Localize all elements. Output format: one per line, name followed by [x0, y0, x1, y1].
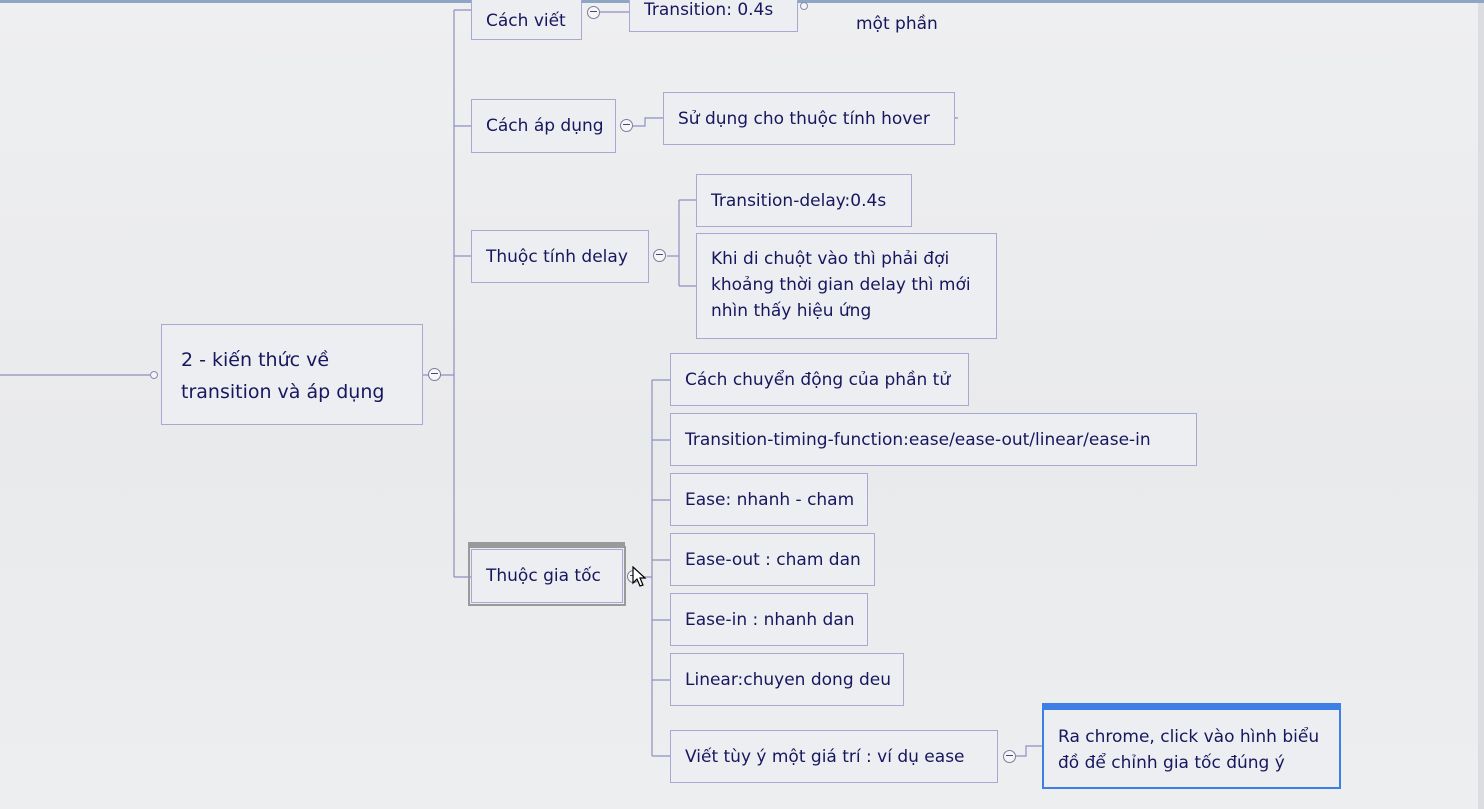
node-viet-tuy-y-label: Viết tùy ý một giá trí : ví dụ ease: [685, 746, 965, 767]
node-ease[interactable]: Ease: nhanh - cham: [670, 473, 868, 526]
node-linear-label: Linear:chuyen dong deu: [685, 669, 892, 690]
node-ease-label: Ease: nhanh - cham: [685, 489, 855, 510]
node-timing-function-label: Transition-timing-function:ease/ease-out…: [685, 429, 1151, 450]
branch-thuoc-gia-toc-label: Thuộc gia tốc: [486, 566, 601, 586]
node-transition-delay-label: Transition-delay:0.4s: [711, 190, 887, 211]
mouse-cursor-icon: [632, 566, 647, 587]
branch-cach-viet-label: Cách viết: [486, 11, 566, 31]
node-ease-in-label: Ease-in : nhanh dan: [685, 609, 855, 630]
branch-thuoc-tinh-delay-label: Thuộc tính delay: [486, 246, 628, 267]
node-mot-phan-fragment: một phần: [842, 10, 952, 38]
node-su-dung-hover-label: Sử dụng cho thuộc tính hover: [678, 108, 930, 129]
node-cach-chuyen-dong-label: Cách chuyển động của phần tử: [685, 369, 951, 390]
node-su-dung-hover[interactable]: Sử dụng cho thuộc tính hover: [663, 92, 955, 145]
node-delay-explanation[interactable]: Khi di chuột vào thì phải đợi khoảng thờ…: [696, 233, 997, 339]
node-ease-out-label: Ease-out : cham dan: [685, 549, 861, 570]
node-ra-chrome[interactable]: Ra chrome, click vào hình biểu đồ để chỉ…: [1042, 708, 1341, 789]
node-viet-tuy-y[interactable]: Viết tùy ý một giá trí : ví dụ ease: [670, 730, 998, 783]
node-delay-explanation-label: Khi di chuột vào thì phải đợi khoảng thờ…: [711, 249, 971, 321]
branch-cach-ap-dung[interactable]: Cách áp dụng: [471, 99, 616, 153]
mot-phan-text: một phần: [856, 14, 938, 34]
branch-cach-ap-dung-label: Cách áp dụng: [486, 116, 604, 136]
cach-viet-anchor-dot: [800, 2, 808, 10]
node-ra-chrome-label: Ra chrome, click vào hình biểu đồ để chỉ…: [1058, 727, 1320, 773]
branch-cach-viet[interactable]: Cách viết: [471, 0, 582, 40]
collapse-toggle-icon[interactable]: −: [587, 6, 600, 19]
branch-thuoc-tinh-delay[interactable]: Thuộc tính delay: [471, 230, 649, 283]
collapse-toggle-icon[interactable]: −: [653, 249, 666, 262]
node-transition-04s-label: Transition: 0.4s: [644, 0, 774, 20]
node-cach-chuyen-dong[interactable]: Cách chuyển động của phần tử: [670, 353, 969, 406]
root-node-label: 2 - kiến thức về transition và áp dụng: [181, 349, 385, 403]
root-anchor-dot: [150, 371, 158, 379]
branch-thuoc-gia-toc[interactable]: Thuộc gia tốc: [468, 546, 626, 606]
node-timing-function[interactable]: Transition-timing-function:ease/ease-out…: [670, 413, 1197, 466]
node-ease-in[interactable]: Ease-in : nhanh dan: [670, 593, 868, 646]
root-node[interactable]: 2 - kiến thức về transition và áp dụng: [161, 324, 423, 425]
collapse-toggle-icon[interactable]: −: [428, 368, 441, 381]
collapse-toggle-icon[interactable]: −: [1003, 750, 1016, 763]
node-linear[interactable]: Linear:chuyen dong deu: [670, 653, 904, 706]
selection-handle: [468, 542, 625, 547]
node-transition-04s[interactable]: Transition: 0.4s: [629, 0, 798, 32]
node-ease-out[interactable]: Ease-out : cham dan: [670, 533, 875, 586]
collapse-toggle-icon[interactable]: −: [620, 119, 633, 132]
node-transition-delay[interactable]: Transition-delay:0.4s: [696, 174, 912, 227]
